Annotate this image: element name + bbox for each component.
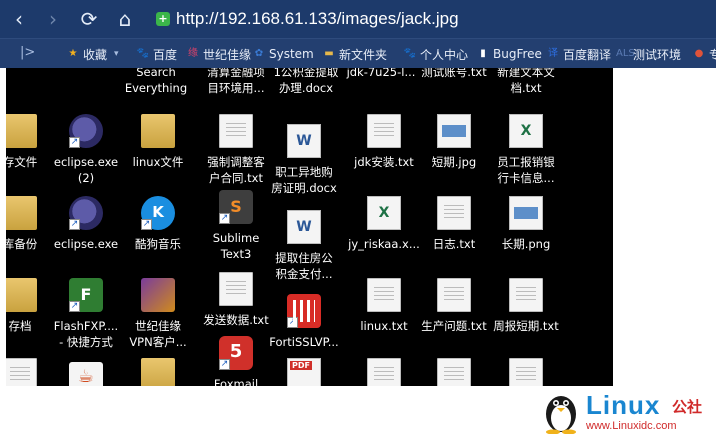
forward-icon: › — [49, 7, 57, 31]
bookmark-item[interactable]: ▬ 新文件夹 — [322, 44, 387, 64]
folder-icon — [141, 114, 175, 148]
shield-icon: + — [156, 12, 170, 26]
doc-icon — [437, 358, 471, 386]
doc-icon — [509, 358, 543, 386]
shortcut-arrow-icon: ↗ — [219, 213, 230, 224]
img-icon — [437, 114, 471, 148]
doc-icon — [219, 114, 253, 148]
watermark-url: www.Linuxidc.com — [586, 420, 677, 432]
bookmark-icon: ▮ — [480, 48, 486, 59]
doc-icon — [219, 272, 253, 306]
bookmark-label: 个人中心 — [420, 47, 469, 62]
watermark-brand: Linux — [586, 390, 661, 420]
bookmark-item[interactable]: 🐾 百度 — [136, 44, 177, 64]
bookmark-label: 世纪佳缘 — [203, 47, 252, 62]
back-icon: ‹ — [15, 7, 23, 31]
bookmark-item[interactable]: ✿ System — [252, 44, 314, 64]
desktop-item-label: 周报短期.txt — [493, 319, 559, 333]
penguin-icon — [546, 396, 576, 434]
doc-icon — [437, 196, 471, 230]
bookmark-item[interactable]: 译百度翻译 — [546, 44, 611, 64]
excel-icon — [509, 114, 543, 148]
back-button[interactable]: ‹ — [6, 6, 32, 32]
screenshot-image: DualMoni...Search Everything清算金融项 目环境用..… — [6, 68, 613, 386]
reload-icon: ⟳ — [80, 7, 98, 31]
chevron-down-icon[interactable]: ▾ — [114, 49, 119, 59]
eclipse-icon: ↗ — [69, 114, 103, 148]
desktop-item-label: 发送数据.txt — [203, 313, 269, 327]
vpn-icon — [141, 278, 175, 312]
bookmark-item[interactable]: ● 专 — [692, 44, 716, 64]
sidebar-toggle-icon[interactable]: |> — [20, 45, 35, 60]
shortcut-arrow-icon: ↗ — [141, 219, 152, 230]
forti-icon: ↗ — [287, 294, 321, 328]
desktop-item-label: Foxmail — [213, 377, 259, 386]
shortcut-arrow-icon: ↗ — [219, 359, 230, 370]
url-text[interactable]: http://192.168.61.133/images/jack.jpg — [176, 9, 459, 29]
bookmark-label: BugFree — [493, 47, 542, 61]
kugou-icon: ↗ — [141, 196, 175, 230]
watermark-suffix: 公社 — [672, 398, 703, 416]
bookmark-label: 专 — [709, 47, 716, 62]
bookmark-label: 测试环境 — [633, 47, 682, 62]
bookmarks-bar: |> ★ 收藏 ▾ 🐾 百度缘世纪佳缘 ✿ System ▬ 新文件夹 🐾 个人中心 ▮ BugFree… — [0, 38, 716, 68]
java-icon — [69, 362, 103, 386]
doc-icon — [367, 358, 401, 386]
desktop-item-label: 员工报销银 行卡信息... — [497, 155, 555, 185]
doc-icon — [367, 278, 401, 312]
desktop-item-label: 提取住房公 积金支付... — [275, 251, 333, 281]
doc-icon — [6, 358, 37, 386]
bookmark-item[interactable]: ▮ BugFree — [476, 44, 542, 64]
desktop-item-label: 新建文本文 档.txt — [497, 68, 555, 95]
bookmark-icon: 译 — [548, 48, 558, 59]
bookmark-icon: ✿ — [254, 48, 264, 59]
img-icon — [509, 196, 543, 230]
bookmark-label: 百度翻译 — [563, 47, 612, 62]
bookmark-item[interactable]: 🐾 个人中心 — [403, 44, 468, 64]
folder-icon — [6, 278, 37, 312]
bookmark-label: 百度 — [153, 47, 178, 62]
home-button[interactable]: ⌂ — [112, 6, 138, 32]
bookmark-item[interactable]: ★ 收藏 ▾ — [66, 44, 119, 64]
bookmark-icon: 缘 — [188, 48, 198, 59]
reload-button[interactable]: ⟳ — [76, 6, 102, 32]
shortcut-arrow-icon: ↗ — [69, 137, 80, 148]
folder-icon — [6, 114, 37, 148]
bookmark-item[interactable]: 缘世纪佳缘 — [186, 44, 251, 64]
bookmark-icon: ★ — [68, 48, 78, 59]
excel-icon — [367, 196, 401, 230]
bookmark-item[interactable]: ALS 测试环境 — [616, 44, 681, 64]
foxmail-icon: ↗ — [219, 336, 253, 370]
bookmark-label: 新文件夹 — [339, 47, 388, 62]
word-icon — [287, 210, 321, 244]
bookmark-icon: ● — [694, 48, 704, 59]
forward-button[interactable]: › — [40, 6, 66, 32]
folder-icon — [6, 196, 37, 230]
navigation-bar: ‹ › ⟳ ⌂ + http://192.168.61.133/images/j… — [0, 0, 716, 38]
folder-icon — [141, 358, 175, 386]
shortcut-arrow-icon: ↗ — [69, 219, 80, 230]
doc-icon — [437, 278, 471, 312]
shortcut-arrow-icon: ↗ — [287, 317, 298, 328]
flashfxp-icon: ↗ — [69, 278, 103, 312]
shortcut-arrow-icon: ↗ — [69, 301, 80, 312]
bookmark-icon: 🐾 — [403, 48, 417, 59]
bookmark-icon: ▬ — [324, 48, 334, 59]
sublime-icon: ↗ — [219, 190, 253, 224]
address-bar[interactable]: + http://192.168.61.133/images/jack.jpg — [150, 5, 716, 33]
eclipse-icon: ↗ — [69, 196, 103, 230]
desktop-item-label: FortiSSLVP... — [269, 335, 339, 349]
doc-icon — [367, 114, 401, 148]
bookmark-label: System — [269, 47, 314, 61]
pdf-icon — [287, 358, 321, 386]
watermark-logo: Linux 公社 www.Linuxidc.com — [538, 386, 716, 438]
bookmark-icon: ALS — [616, 48, 635, 59]
home-icon: ⌂ — [118, 7, 132, 31]
browser-chrome: ‹ › ⟳ ⌂ + http://192.168.61.133/images/j… — [0, 0, 716, 68]
desktop-item-label: 长期.png — [501, 237, 551, 251]
word-icon — [287, 124, 321, 158]
bookmark-icon: 🐾 — [136, 48, 150, 59]
bookmark-label: 收藏 — [83, 47, 108, 62]
doc-icon — [509, 278, 543, 312]
